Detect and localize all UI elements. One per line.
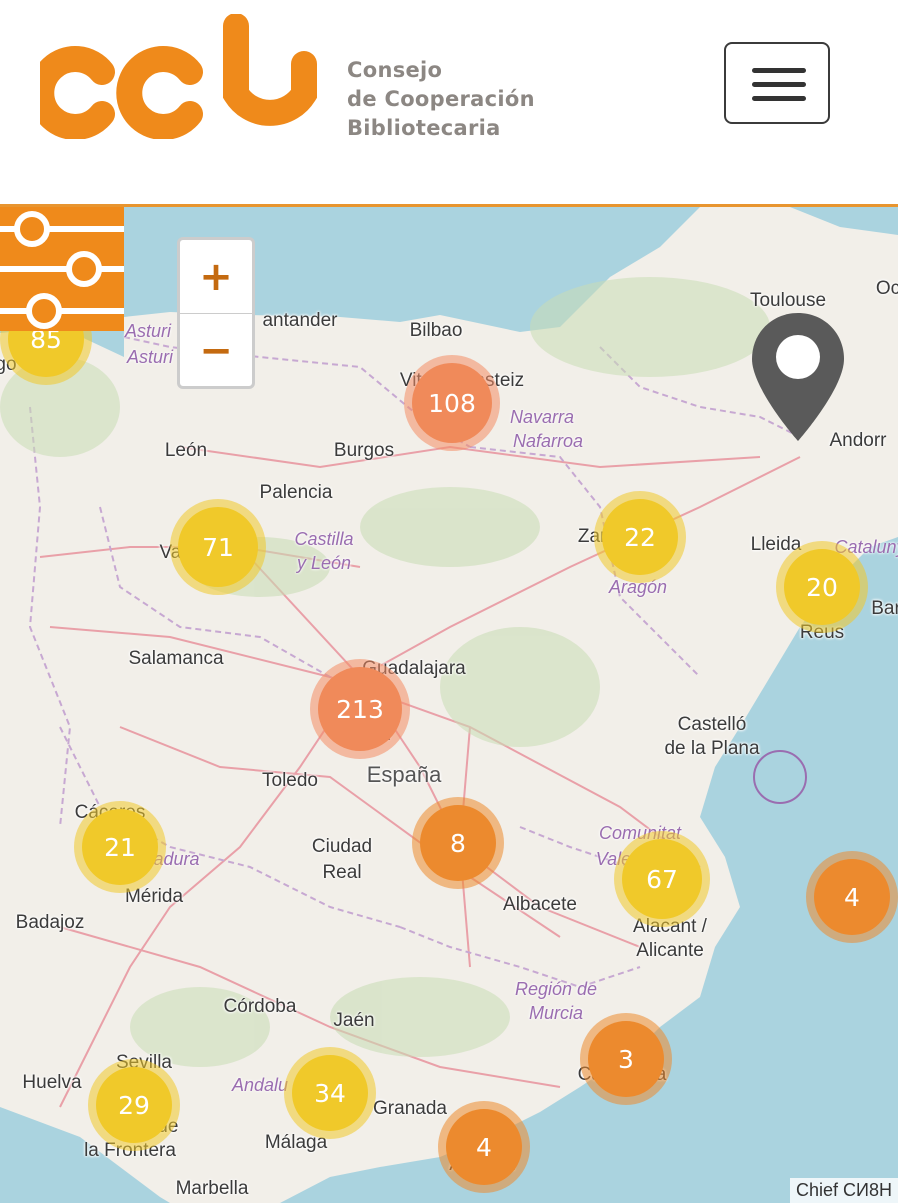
place-label-granada: Granada <box>373 1098 447 1119</box>
marker-cluster[interactable]: 29 <box>88 1059 180 1151</box>
map-attribution[interactable]: Chief СИ8Н <box>790 1178 898 1203</box>
ccb-logo[interactable] <box>40 14 320 139</box>
filter-sliders-button[interactable] <box>0 207 124 331</box>
place-label-toulouse: Toulouse <box>749 290 827 311</box>
place-label-espana: España <box>366 762 442 787</box>
cluster-count: 20 <box>784 549 860 625</box>
place-label-ciudad1: Ciudad <box>311 836 373 857</box>
cluster-count: 3 <box>588 1021 664 1097</box>
cluster-count: 67 <box>622 839 702 919</box>
place-label-occitanie: Oc <box>875 278 898 299</box>
region-label-navarra1: Navarra <box>509 407 575 427</box>
place-label-barcelona: Bar <box>871 598 898 619</box>
marker-cluster[interactable]: 3 <box>580 1013 672 1105</box>
marker-cluster[interactable]: 71 <box>170 499 266 595</box>
cluster-count: 21 <box>82 809 158 885</box>
marker-cluster[interactable]: 4 <box>806 851 898 943</box>
place-label-castello1: Castelló <box>677 714 747 735</box>
place-label-jaen: Jaén <box>333 1010 375 1031</box>
cluster-count: 8 <box>420 805 496 881</box>
place-label-marbella: Marbella <box>175 1178 249 1199</box>
region-label-asturias2: Asturi <box>126 347 174 367</box>
region-label-castilla1: Castilla <box>294 529 354 549</box>
sliders-icon <box>0 211 124 329</box>
place-label-leon: León <box>164 440 208 461</box>
cluster-count: 34 <box>292 1055 368 1131</box>
place-label-santander: antander <box>262 310 338 331</box>
marker-cluster[interactable]: 20 <box>776 541 868 633</box>
place-label-burgos: Burgos <box>333 440 395 461</box>
cluster-count: 22 <box>602 499 678 575</box>
menu-bar-icon <box>752 82 806 87</box>
place-label-salamanca: Salamanca <box>128 648 224 669</box>
cluster-count: 71 <box>178 507 258 587</box>
region-label-murcia2: Murcia <box>528 1003 584 1023</box>
zoom-in-button[interactable]: + <box>180 240 252 314</box>
place-label-palencia: Palencia <box>259 482 333 503</box>
marker-cluster[interactable]: 22 <box>594 491 686 583</box>
region-label-castilla2: y León <box>296 553 352 573</box>
logo-text: Consejo de Cooperación Bibliotecaria <box>347 56 535 143</box>
place-label-albacete: Albacete <box>503 894 577 915</box>
hamburger-menu-button[interactable] <box>724 42 830 124</box>
zoom-out-button[interactable]: − <box>180 314 252 387</box>
region-label-andalucia: Andalu <box>231 1075 289 1095</box>
region-label-asturias1: Asturi <box>124 321 172 341</box>
marker-cluster[interactable]: 67 <box>614 831 710 927</box>
site-header: Consejo de Cooperación Bibliotecaria <box>0 0 898 200</box>
location-pin-icon[interactable] <box>750 311 846 443</box>
menu-bar-icon <box>752 68 806 73</box>
logo-line-1: Consejo <box>347 58 443 82</box>
logo-line-3: Bibliotecaria <box>347 116 501 140</box>
logo-line-2: de Cooperación <box>347 87 535 111</box>
library-map[interactable]: ToulouseAndorrOcantanderBilbaoVitoria-Ga… <box>0 204 898 1203</box>
place-label-castello2: de la Plana <box>664 738 760 759</box>
place-label-alacant2: Alicante <box>636 940 704 961</box>
marker-cluster[interactable]: 213 <box>310 659 410 759</box>
region-label-navarra2: Nafarroa <box>512 431 584 451</box>
cluster-count: 213 <box>318 667 402 751</box>
region-label-murcia1: Región de <box>514 979 598 999</box>
marker-cluster[interactable]: 8 <box>412 797 504 889</box>
cluster-count: 29 <box>96 1067 172 1143</box>
place-label-bilbao: Bilbao <box>409 320 463 341</box>
place-label-huelva: Huelva <box>22 1072 82 1093</box>
marker-cluster[interactable]: 108 <box>404 355 500 451</box>
marker-cluster[interactable]: 4 <box>438 1101 530 1193</box>
zoom-control: + − <box>177 237 255 389</box>
cluster-count: 4 <box>814 859 890 935</box>
marker-cluster[interactable]: 21 <box>74 801 166 893</box>
cluster-count: 4 <box>446 1109 522 1185</box>
place-label-toledo: Toledo <box>262 770 318 791</box>
place-label-cordoba: Córdoba <box>223 996 297 1017</box>
place-label-badajoz: Badajoz <box>15 912 85 933</box>
marker-cluster[interactable]: 34 <box>284 1047 376 1139</box>
cluster-count: 108 <box>412 363 492 443</box>
menu-bar-icon <box>752 96 806 101</box>
place-label-ciudad2: Real <box>322 862 362 883</box>
